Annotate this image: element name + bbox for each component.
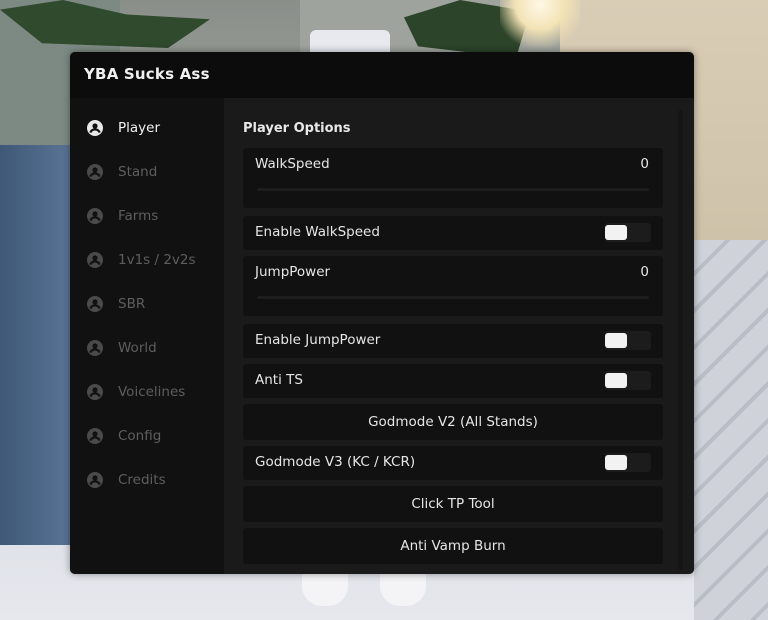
enable-jumppower-label: Enable JumpPower [255,332,381,348]
sidebar-item-config[interactable]: Config [70,418,224,454]
user-circle-icon [87,340,103,356]
sidebar-item-label: SBR [118,296,146,312]
sidebar-item-1v1s-2v2s[interactable]: 1v1s / 2v2s [70,242,224,278]
user-circle-icon [87,384,103,400]
jumppower-value: 0 [640,264,649,280]
content-panel: Player Options WalkSpeed 0 Enable WalkSp… [224,98,694,574]
walkspeed-label: WalkSpeed [255,156,330,172]
toggle-knob [605,373,627,388]
sidebar-item-label: Farms [118,208,159,224]
jumppower-slider-track[interactable] [257,296,649,299]
sidebar-item-voicelines[interactable]: Voicelines [70,374,224,410]
enable-jumppower-toggle[interactable] [605,331,651,350]
sidebar-item-farms[interactable]: Farms [70,198,224,234]
sidebar-item-label: Voicelines [118,384,186,400]
user-circle-icon [87,428,103,444]
sidebar-item-credits[interactable]: Credits [70,462,224,498]
enable-walkspeed-toggle[interactable] [605,223,651,242]
godmode-v3-row[interactable]: Godmode V3 (KC / KCR) [243,446,663,480]
enable-jumppower-row[interactable]: Enable JumpPower [243,324,663,358]
toggle-knob [605,455,627,470]
sidebar-item-label: Stand [118,164,158,180]
user-circle-icon [87,120,103,136]
scene-character-foot-left [302,572,348,606]
sidebar-item-player[interactable]: Player [70,110,224,146]
walkspeed-slider[interactable]: WalkSpeed 0 [243,148,663,208]
section-title: Player Options [243,121,351,136]
sidebar-item-label: Credits [118,472,166,488]
user-circle-icon [87,164,103,180]
walkspeed-slider-track[interactable] [257,188,649,191]
title-bar[interactable]: YBA Sucks Ass [70,52,694,98]
godmode-v2-label: Godmode V2 (All Stands) [368,414,538,430]
godmode-v2-button[interactable]: Godmode V2 (All Stands) [243,404,663,440]
godmode-v3-label: Godmode V3 (KC / KCR) [255,454,416,470]
godmode-v3-toggle[interactable] [605,453,651,472]
sidebar-item-label: Config [118,428,162,444]
sidebar-item-stand[interactable]: Stand [70,154,224,190]
jumppower-slider[interactable]: JumpPower 0 [243,256,663,316]
anti-vamp-burn-label: Anti Vamp Burn [400,538,506,554]
scene-character-foot-right [380,572,426,606]
click-tp-tool-button[interactable]: Click TP Tool [243,486,663,522]
jumppower-label: JumpPower [255,264,331,280]
sidebar-item-label: World [118,340,157,356]
anti-ts-label: Anti TS [255,372,303,388]
scene-wall-blue [0,145,70,545]
click-tp-tool-label: Click TP Tool [411,496,495,512]
enable-walkspeed-row[interactable]: Enable WalkSpeed [243,216,663,250]
sidebar-item-world[interactable]: World [70,330,224,366]
sidebar: Player Stand Farms 1v1s / 2v2s SBR World… [70,98,224,574]
user-circle-icon [87,208,103,224]
toggle-knob [605,225,627,240]
window-title: YBA Sucks Ass [84,65,210,83]
toggle-knob [605,333,627,348]
anti-vamp-burn-button[interactable]: Anti Vamp Burn [243,528,663,564]
script-window: YBA Sucks Ass Player Stand Farms 1v1s / … [70,52,694,574]
anti-ts-row[interactable]: Anti TS [243,364,663,398]
user-circle-icon [87,296,103,312]
walkspeed-value: 0 [640,156,649,172]
sidebar-item-sbr[interactable]: SBR [70,286,224,322]
enable-walkspeed-label: Enable WalkSpeed [255,224,380,240]
sidebar-item-label: 1v1s / 2v2s [118,252,196,268]
sidebar-item-label: Player [118,120,161,136]
user-circle-icon [87,472,103,488]
user-circle-icon [87,252,103,268]
anti-ts-toggle[interactable] [605,371,651,390]
content-scrollbar[interactable] [678,110,683,570]
scene-stairs [694,240,768,620]
scene-light [500,0,580,50]
